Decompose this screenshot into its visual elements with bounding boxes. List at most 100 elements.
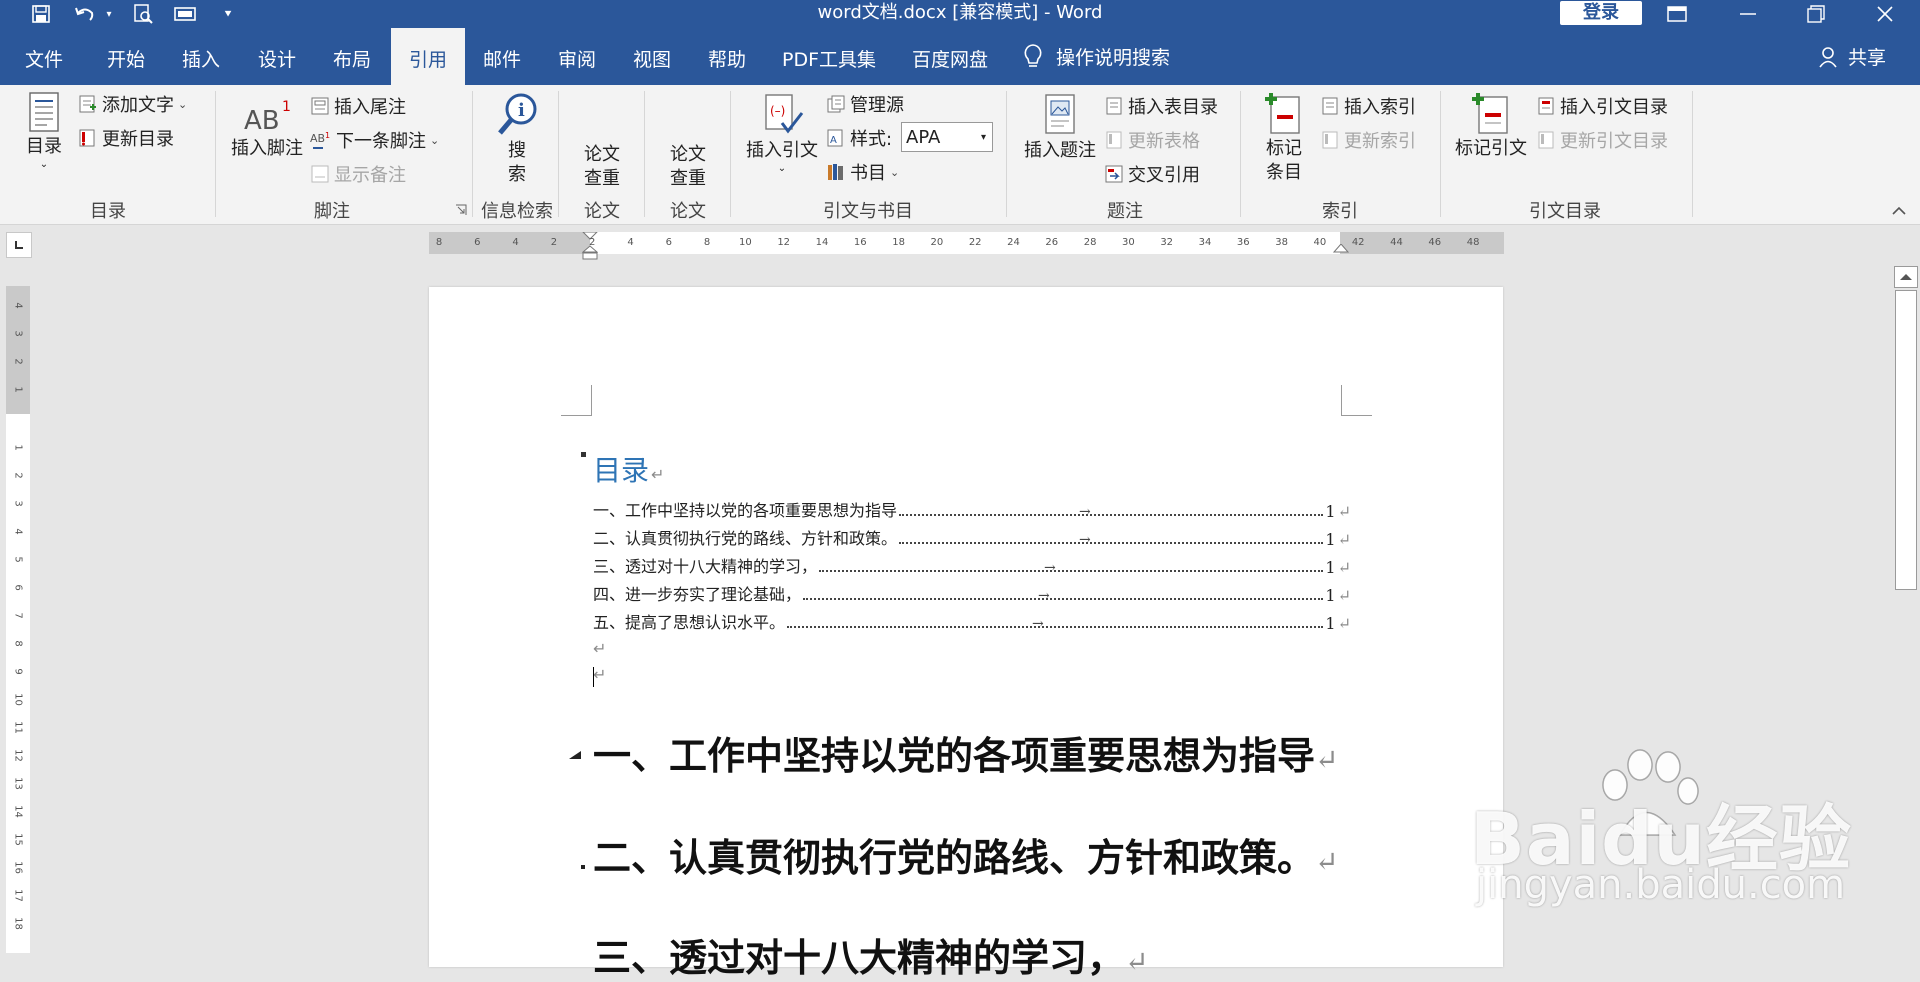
insert-toa-button[interactable]: 插入引文目录 (1536, 93, 1668, 119)
paper-check-button[interactable]: 论文 查重 (576, 143, 628, 191)
group-separator (1240, 91, 1241, 217)
ruler-tick-label: 46 (1428, 237, 1442, 248)
tab-arrow-icon: → (1038, 588, 1050, 604)
ruler-tick-label: 36 (1236, 237, 1250, 248)
ruler-tick-label: 40 (1313, 237, 1327, 248)
group-separator (472, 91, 473, 217)
tab-mailings[interactable]: 邮件 (468, 28, 536, 85)
tab-pdf-tools[interactable]: PDF工具集 (772, 28, 886, 85)
toc-heading[interactable]: 目录 ↵ (593, 449, 664, 489)
ruler-tick-label: 1 (12, 386, 24, 393)
vertical-ruler[interactable]: 4 3 2 1 1 2 3 4 5 6 7 8 9 10 11 12 13 14 15 16 17 18 (6, 286, 30, 953)
paragraph-mark: ↵ (1337, 586, 1351, 605)
update-table-button[interactable]: 更新表格 (1104, 127, 1200, 153)
dialog-launcher-icon[interactable] (455, 204, 467, 216)
scroll-thumb[interactable] (1895, 290, 1917, 590)
horizontal-ruler[interactable]: 8 6 4 2 2 4 6 8 10 12 14 16 18 20 22 24 26 28 30 32 34 36 38 40… (429, 232, 1504, 260)
svg-text:1: 1 (325, 131, 330, 140)
paragraph-mark: ↵ (651, 465, 665, 484)
chevron-down-icon: ⌄ (430, 133, 440, 147)
login-button[interactable]: 登录 (1560, 1, 1642, 25)
toc-entry-text: 三、透过对十八大精神的学习， (593, 557, 818, 576)
minimize-icon[interactable] (1720, 0, 1776, 28)
tab-view[interactable]: 视图 (618, 28, 686, 85)
tab-selector[interactable] (6, 232, 32, 258)
tab-review[interactable]: 审阅 (543, 28, 611, 85)
insert-citation-button[interactable]: (–) 插入引文 ⌄ (744, 93, 820, 175)
right-indent-marker[interactable] (1333, 244, 1349, 254)
insert-caption-button[interactable]: 插入题注 (1020, 93, 1100, 163)
update-toc-button[interactable]: 更新目录 (78, 125, 174, 151)
tab-baidu-netdisk[interactable]: 百度网盘 (900, 28, 1000, 85)
citation-style-select[interactable]: APA ▾ (901, 122, 993, 152)
tab-references[interactable]: 引用 (391, 28, 465, 85)
toc-button[interactable]: 目录 ⌄ (20, 91, 68, 171)
mark-entry-label-line2: 条目 (1266, 162, 1302, 183)
share-button[interactable]: 共享 (1818, 28, 1886, 85)
tell-me-search[interactable]: 操作说明搜索 (1022, 28, 1170, 85)
ruler-tick-label: 13 (12, 777, 24, 790)
paper-check-button-2[interactable]: 论文 查重 (662, 143, 714, 191)
tab-file[interactable]: 文件 (10, 28, 78, 85)
paragraph-marker (581, 865, 585, 869)
restore-icon[interactable] (1788, 0, 1844, 28)
paper-check-label-line2: 查重 (670, 168, 706, 189)
toc-entry[interactable]: 三、透过对十八大精神的学习， → 1 ↵ (593, 551, 1351, 577)
insert-index-icon (1322, 97, 1338, 115)
search-button[interactable]: i 搜 索 (484, 91, 550, 187)
toc-entry[interactable]: 二、认真贯彻执行党的路线、方针和政策。 → 1 ↵ (593, 523, 1351, 549)
insert-endnote-button[interactable]: 插入尾注 (310, 93, 406, 119)
paragraph-mark: ↵ (1337, 530, 1351, 549)
toc-entry[interactable]: 四、进一步夯实了理论基础， → 1 ↵ (593, 579, 1351, 605)
next-footnote-button[interactable]: AB 1 下一条脚注 ⌄ (310, 127, 439, 153)
tab-arrow-icon: → (1044, 560, 1056, 576)
paragraph-mark: ↵ (1337, 502, 1351, 521)
update-toa-button[interactable]: 更新引文目录 (1536, 127, 1668, 153)
collapse-heading-icon[interactable] (567, 749, 583, 761)
ruler-tick-label: 1 (12, 444, 24, 451)
tab-home[interactable]: 开始 (92, 28, 160, 85)
tab-arrow-icon: → (1079, 532, 1091, 548)
footnote-icon: AB 1 (244, 99, 291, 135)
lightbulb-icon (1024, 43, 1042, 67)
insert-index-button[interactable]: 插入索引 (1320, 93, 1416, 119)
paragraph-mark: ↵ (1315, 845, 1339, 878)
document-page[interactable]: 目录 ↵ 一、工作中坚持以党的各项重要思想为指导 → 1 ↵ 二、认真贯彻执行党的路… (429, 287, 1503, 980)
insert-footnote-button[interactable]: AB 1 插入脚注 (228, 99, 306, 161)
mark-citation-icon (1472, 93, 1508, 134)
insert-endnote-label: 插入尾注 (334, 97, 406, 118)
mark-entry-button[interactable]: 标记 条目 (1256, 91, 1312, 185)
manage-sources-button[interactable]: 管理源 (826, 91, 904, 117)
toc-leader: → (803, 588, 1324, 604)
tab-arrow-icon: → (1079, 504, 1091, 520)
ruler-tick-label: 10 (739, 237, 752, 248)
show-notes-button[interactable]: 显示备注 (310, 161, 406, 187)
endnote-icon (311, 97, 329, 115)
bibliography-button[interactable]: 书目 ⌄ (826, 159, 899, 185)
close-icon[interactable] (1857, 0, 1913, 28)
insert-table-of-figures-button[interactable]: 插入表目录 (1104, 93, 1218, 119)
cross-reference-button[interactable]: 交叉引用 (1104, 161, 1200, 187)
style-icon: A (827, 129, 843, 147)
heading-3[interactable]: 三、透过对十八大精神的学习，↵ (593, 927, 1148, 982)
collapse-ribbon-icon[interactable] (1890, 202, 1908, 220)
tab-layout[interactable]: 布局 (318, 28, 386, 85)
group-separator (1692, 91, 1693, 217)
ruler-tick-label: 8 (12, 640, 24, 647)
tab-help[interactable]: 帮助 (693, 28, 761, 85)
toc-entry[interactable]: 五、提高了思想认识水平。 → 1 ↵ (593, 607, 1351, 633)
insert-citation-icon: (–) (765, 94, 804, 134)
heading-1[interactable]: 一、工作中坚持以党的各项重要思想为指导↵ (593, 725, 1338, 780)
ruler-tick-label: 20 (930, 237, 944, 248)
toc-entry[interactable]: 一、工作中坚持以党的各项重要思想为指导 → 1 ↵ (593, 495, 1351, 521)
update-index-button[interactable]: 更新索引 (1320, 127, 1416, 153)
group-label-paper-2: 论文 (670, 201, 706, 222)
mark-citation-button[interactable]: 标记引文 (1450, 91, 1532, 161)
heading-2[interactable]: 二、认真贯彻执行党的路线、方针和政策。↵ (593, 827, 1338, 882)
scroll-up-button[interactable] (1894, 266, 1918, 288)
ribbon-display-options-icon[interactable] (1649, 0, 1705, 28)
tab-insert[interactable]: 插入 (167, 28, 235, 85)
add-text-button[interactable]: 添加文字 ⌄ (78, 91, 187, 117)
mark-entry-label-line1: 标记 (1266, 138, 1302, 159)
tab-design[interactable]: 设计 (243, 28, 311, 85)
